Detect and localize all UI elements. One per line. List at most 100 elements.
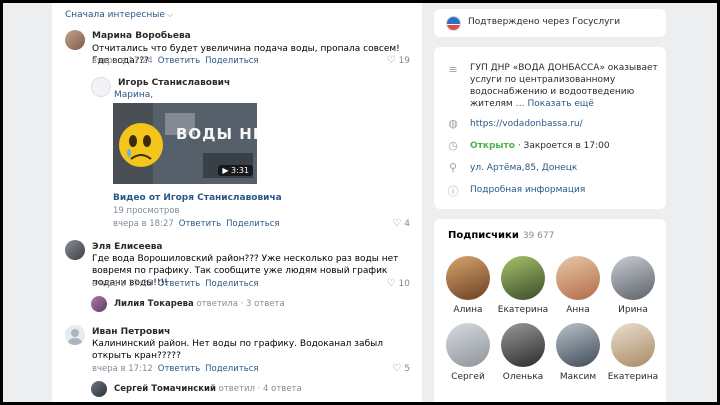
video-title-text: ВОДЫ НЕТ...: [176, 125, 257, 143]
sort-label: Сначала интересные: [65, 10, 165, 20]
avatar[interactable]: [65, 240, 85, 260]
like-count: 19: [398, 56, 410, 66]
subscriber-item[interactable]: Оленька: [497, 323, 549, 382]
description: ГУП ДНР «ВОДА ДОНБАССА» оказывает услуги…: [470, 62, 660, 110]
gosuslugi-text: Подтверждено через Госуслуги: [468, 17, 621, 27]
heart-icon: ♡: [392, 218, 402, 229]
video-link[interactable]: Видео от Игоря Станиславовича: [113, 193, 282, 203]
like-count: 4: [404, 219, 410, 229]
avatar[interactable]: [91, 381, 107, 397]
like-button[interactable]: ♡ 4: [392, 218, 410, 229]
comment-time[interactable]: вчера в 17:24: [92, 56, 153, 66]
comments-feed: Сначала интересные ⌵ Марина Воробьева Отч…: [52, 0, 422, 405]
subscribers-count: 39 677: [522, 231, 555, 241]
info-card: ≡ ГУП ДНР «ВОДА ДОНБАССА» оказывает услу…: [434, 47, 666, 209]
avatar[interactable]: [91, 77, 111, 97]
subscriber-name: Екатерина: [607, 372, 659, 382]
opening-hours: Открыто · Закроется в 17:00: [470, 140, 610, 152]
subscriber-avatar: [611, 323, 655, 367]
subscribers-card: Подписчики 39 677 Алина Екатерина Анна Ир…: [434, 219, 666, 405]
comment-meta: вчера в 18:27 Ответить Поделиться: [113, 219, 280, 229]
thread-count: · 4 ответа: [257, 384, 302, 394]
reply-button[interactable]: Ответить: [158, 364, 200, 374]
share-button[interactable]: Поделиться: [226, 219, 279, 229]
comment-time[interactable]: вчера в 17:25: [92, 279, 153, 289]
avatar[interactable]: [65, 325, 85, 345]
comment-meta: вчера в 17:24 Ответить Поделиться: [92, 56, 259, 66]
user-placeholder-icon: [68, 329, 82, 345]
subscriber-name: Анна: [566, 305, 590, 315]
subscriber-avatar: [446, 256, 490, 300]
subscribers-label: Подписчики: [448, 230, 519, 241]
thread-author: Сергей Томачинский: [114, 384, 216, 394]
heart-icon: ♡: [386, 55, 396, 66]
reply-button[interactable]: Ответить: [158, 279, 200, 289]
subscriber-item[interactable]: Екатерина: [497, 256, 549, 315]
website-link[interactable]: https://vodadonbassa.ru/: [470, 118, 583, 130]
comment-time[interactable]: вчера в 18:27: [113, 219, 174, 229]
chevron-down-icon: ⌵: [166, 10, 173, 19]
pin-icon: ⚲: [448, 161, 458, 174]
subscriber-name: Екатерина: [497, 305, 549, 315]
comment-time[interactable]: вчера в 17:12: [92, 364, 153, 374]
share-button[interactable]: Поделиться: [205, 279, 258, 289]
subscriber-item[interactable]: Алина: [442, 256, 494, 315]
subscriber-item[interactable]: Екатерина: [607, 323, 659, 382]
avatar[interactable]: [91, 296, 107, 312]
subscriber-name: Оленька: [502, 372, 544, 382]
subscriber-avatar: [556, 256, 600, 300]
like-button[interactable]: ♡ 19: [387, 55, 410, 66]
comment-meta: вчера в 17:12 Ответить Поделиться: [92, 364, 259, 374]
subscriber-item[interactable]: Сергей: [442, 323, 494, 382]
subscriber-avatar: [556, 323, 600, 367]
comment-author[interactable]: Эля Елисеева: [92, 242, 162, 252]
sort-dropdown[interactable]: Сначала интересные ⌵: [65, 10, 173, 20]
subscriber-item[interactable]: Максим: [552, 323, 604, 382]
reply-button[interactable]: Ответить: [179, 219, 221, 229]
gosuslugi-logo-icon: [446, 16, 461, 31]
gosuslugi-card[interactable]: Подтверждено через Госуслуги: [434, 9, 666, 37]
subscriber-avatar: [611, 256, 655, 300]
subscriber-avatar: [446, 323, 490, 367]
subscriber-name: Максим: [559, 372, 597, 382]
thread-summary[interactable]: Лилия Токарева ответила · 3 ответа: [114, 299, 285, 309]
comment-author[interactable]: Иван Петрович: [92, 327, 170, 337]
subscriber-name: Алина: [453, 305, 483, 315]
like-button[interactable]: ♡ 10: [387, 278, 410, 289]
heart-icon: ♡: [386, 278, 396, 289]
subscribers-title[interactable]: Подписчики 39 677: [448, 230, 554, 241]
thread-summary[interactable]: Сергей Томачинский ответил · 4 ответа: [114, 384, 302, 394]
lines-icon: ≡: [448, 63, 458, 76]
thread-count: · 3 ответа: [240, 299, 285, 309]
thread-action: ответил: [218, 384, 255, 394]
info-icon: ⓘ: [447, 185, 459, 198]
video-thumbnail[interactable]: ВОДЫ НЕТ... ▶ 3:31: [113, 103, 257, 184]
subscriber-name: Сергей: [451, 372, 485, 382]
address-link[interactable]: ул. Артёма,85, Донецк: [470, 162, 577, 174]
subscriber-avatar: [501, 256, 545, 300]
heart-icon: ♡: [392, 363, 402, 374]
subscriber-item[interactable]: Ирина: [607, 256, 659, 315]
like-count: 5: [404, 364, 410, 374]
details-link[interactable]: Подробная информация: [470, 184, 585, 196]
globe-icon: ◍: [448, 117, 458, 130]
thread-action: ответила: [196, 299, 238, 309]
comment-author[interactable]: Марина Воробьева: [92, 31, 191, 41]
subscriber-item[interactable]: Анна: [552, 256, 604, 315]
mention-link[interactable]: Марина,: [114, 89, 153, 101]
show-more-link[interactable]: … Показать ещё: [516, 99, 594, 109]
play-icon: ▶: [222, 166, 232, 175]
share-button[interactable]: Поделиться: [205, 56, 258, 66]
avatar[interactable]: [65, 30, 85, 50]
comment-meta: вчера в 17:25 Ответить Поделиться: [92, 279, 259, 289]
comment-author[interactable]: Игорь Станиславович: [118, 78, 230, 88]
video-duration: ▶ 3:31: [218, 165, 253, 176]
status-open: Открыто: [470, 141, 515, 151]
like-button[interactable]: ♡ 5: [392, 363, 410, 374]
reply-button[interactable]: Ответить: [158, 56, 200, 66]
clock-icon: ◷: [448, 139, 458, 152]
share-button[interactable]: Поделиться: [205, 364, 258, 374]
status-close: · Закроется в 17:00: [514, 141, 610, 151]
like-count: 10: [398, 279, 410, 289]
subscriber-name: Ирина: [618, 305, 648, 315]
